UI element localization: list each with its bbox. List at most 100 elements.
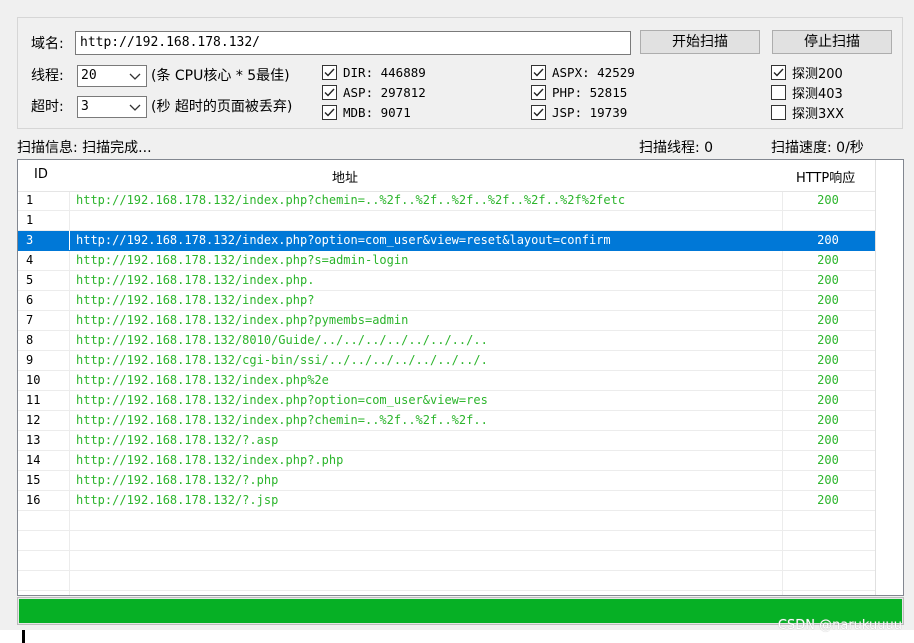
checkbox[interactable] <box>531 84 546 100</box>
cell-code: 200 <box>817 373 839 387</box>
cell-url: http://192.168.178.132/index.php?option=… <box>76 393 488 407</box>
table-row[interactable]: 15 http://192.168.178.132/?.php 200 <box>18 471 875 491</box>
threads-select[interactable]: 20 <box>77 65 147 87</box>
probe-option-200[interactable]: 探测200 <box>771 63 843 82</box>
column-header-id[interactable]: ID <box>34 167 48 182</box>
check-icon <box>533 108 544 117</box>
cell-id: 10 <box>26 373 41 387</box>
check-icon <box>533 88 544 97</box>
column-header-http[interactable]: HTTP响应 <box>796 167 855 186</box>
cell-id: 5 <box>26 273 34 287</box>
cell-url: http://192.168.178.132/index.php. <box>76 273 315 287</box>
cell-url: http://192.168.178.132/?.php <box>76 473 279 487</box>
cell-code: 200 <box>817 193 839 207</box>
table-row[interactable]: 5 http://192.168.178.132/index.php. 200 <box>18 271 875 291</box>
start-scan-button[interactable]: 开始扫描 <box>640 30 760 54</box>
checkbox[interactable] <box>771 84 786 100</box>
probe-option-403[interactable]: 探测403 <box>771 83 843 102</box>
progress-fill <box>19 599 902 623</box>
cell-url: http://192.168.178.132/index.php?pymembs… <box>76 313 409 327</box>
checkbox[interactable] <box>531 64 546 80</box>
table-row[interactable]: 12 http://192.168.178.132/index.php?chemi… <box>18 411 875 431</box>
background-window-strip <box>0 630 914 643</box>
dict-option-php[interactable]: PHP: 52815 <box>531 83 627 101</box>
results-table[interactable]: ID 地址 HTTP响应 1 http://192.168.178.132/ind… <box>17 159 904 596</box>
cell-id: 11 <box>26 393 41 407</box>
table-row[interactable]: 3 http://192.168.178.132/index.php?option… <box>18 231 875 251</box>
stop-scan-button[interactable]: 停止扫描 <box>772 30 892 54</box>
cell-code: 200 <box>817 413 839 427</box>
cell-id: 13 <box>26 433 41 447</box>
column-header-address[interactable]: 地址 <box>332 167 358 186</box>
table-row[interactable]: 16 http://192.168.178.132/?.jsp 200 <box>18 491 875 511</box>
empty-row <box>18 531 875 551</box>
cell-code: 200 <box>817 453 839 467</box>
cell-code: 200 <box>817 313 839 327</box>
watermark: CSDN @narukuuuu <box>777 618 902 633</box>
check-icon <box>324 68 335 77</box>
scan-progress-bar <box>17 597 904 625</box>
table-row[interactable]: 11 http://192.168.178.132/index.php?optio… <box>18 391 875 411</box>
cell-id: 4 <box>26 253 34 267</box>
dict-option-mdb[interactable]: MDB: 9071 <box>322 103 411 121</box>
cell-code: 200 <box>817 273 839 287</box>
threads-hint: (条 CPU核心 * 5最佳) <box>151 68 290 84</box>
dict-option-dir[interactable]: DIR: 446889 <box>322 63 426 81</box>
cell-id: 12 <box>26 413 41 427</box>
cell-url: http://192.168.178.132/index.php?option=… <box>76 233 611 247</box>
cell-url: http://192.168.178.132/index.php?chemin=… <box>76 193 626 207</box>
table-row[interactable]: 9 http://192.168.178.132/cgi-bin/ssi/../.… <box>18 351 875 371</box>
table-row[interactable]: 8 http://192.168.178.132/8010/Guide/../..… <box>18 331 875 351</box>
cursor-mark <box>22 630 25 643</box>
cell-id: 1 <box>26 213 34 227</box>
table-row[interactable]: 1 <box>18 211 875 231</box>
cell-url: http://192.168.178.132/cgi-bin/ssi/../..… <box>76 353 488 367</box>
cell-url: http://192.168.178.132/index.php?.php <box>76 453 344 467</box>
probe-option-label: 探测3XX <box>792 106 845 122</box>
timeout-select[interactable]: 3 <box>77 96 147 118</box>
cell-id: 3 <box>26 233 34 247</box>
checkbox[interactable] <box>322 84 337 100</box>
probe-option-3xx[interactable]: 探测3XX <box>771 103 845 122</box>
table-row[interactable]: 14 http://192.168.178.132/index.php?.php 2… <box>18 451 875 471</box>
empty-row <box>18 571 875 591</box>
timeout-value: 3 <box>81 99 89 114</box>
checkbox[interactable] <box>531 104 546 120</box>
table-header: ID 地址 HTTP响应 <box>18 160 875 192</box>
cell-code: 200 <box>817 473 839 487</box>
table-body: 1 http://192.168.178.132/index.php?chemin… <box>18 191 875 591</box>
checkbox[interactable] <box>322 104 337 120</box>
table-row[interactable]: 1 http://192.168.178.132/index.php?chemin… <box>18 191 875 211</box>
dict-option-label: DIR: 446889 <box>343 64 426 80</box>
check-icon <box>533 68 544 77</box>
probe-option-label: 探测403 <box>792 86 843 102</box>
cell-url: http://192.168.178.132/index.php%2e <box>76 373 329 387</box>
timeout-label: 超时: <box>31 99 64 115</box>
table-row[interactable]: 10 http://192.168.178.132/index.php%2e 200 <box>18 371 875 391</box>
empty-row <box>18 551 875 571</box>
table-row[interactable]: 7 http://192.168.178.132/index.php?pymemb… <box>18 311 875 331</box>
checkbox[interactable] <box>322 64 337 80</box>
dict-option-asp[interactable]: ASP: 297812 <box>322 83 426 101</box>
checkbox[interactable] <box>771 64 786 80</box>
cell-code: 200 <box>817 253 839 267</box>
cell-url: http://192.168.178.132/?.jsp <box>76 493 279 507</box>
cell-id: 9 <box>26 353 34 367</box>
table-row[interactable]: 4 http://192.168.178.132/index.php?s=admi… <box>18 251 875 271</box>
cell-id: 15 <box>26 473 41 487</box>
dict-option-label: PHP: 52815 <box>552 84 628 100</box>
cell-code: 200 <box>817 353 839 367</box>
dict-option-jsp[interactable]: JSP: 19739 <box>531 103 627 121</box>
dict-option-label: MDB: 9071 <box>343 104 411 120</box>
domain-input[interactable]: http://192.168.178.132/ <box>75 31 631 55</box>
cell-code: 200 <box>817 393 839 407</box>
table-row[interactable]: 6 http://192.168.178.132/index.php? 200 <box>18 291 875 311</box>
cell-id: 7 <box>26 313 34 327</box>
dict-option-aspx[interactable]: ASPX: 42529 <box>531 63 635 81</box>
check-icon <box>324 88 335 97</box>
cell-url: http://192.168.178.132/index.php?s=admin… <box>76 253 409 267</box>
table-row[interactable]: 13 http://192.168.178.132/?.asp 200 <box>18 431 875 451</box>
checkbox[interactable] <box>771 104 786 120</box>
empty-row <box>18 511 875 531</box>
cell-url: http://192.168.178.132/?.asp <box>76 433 279 447</box>
